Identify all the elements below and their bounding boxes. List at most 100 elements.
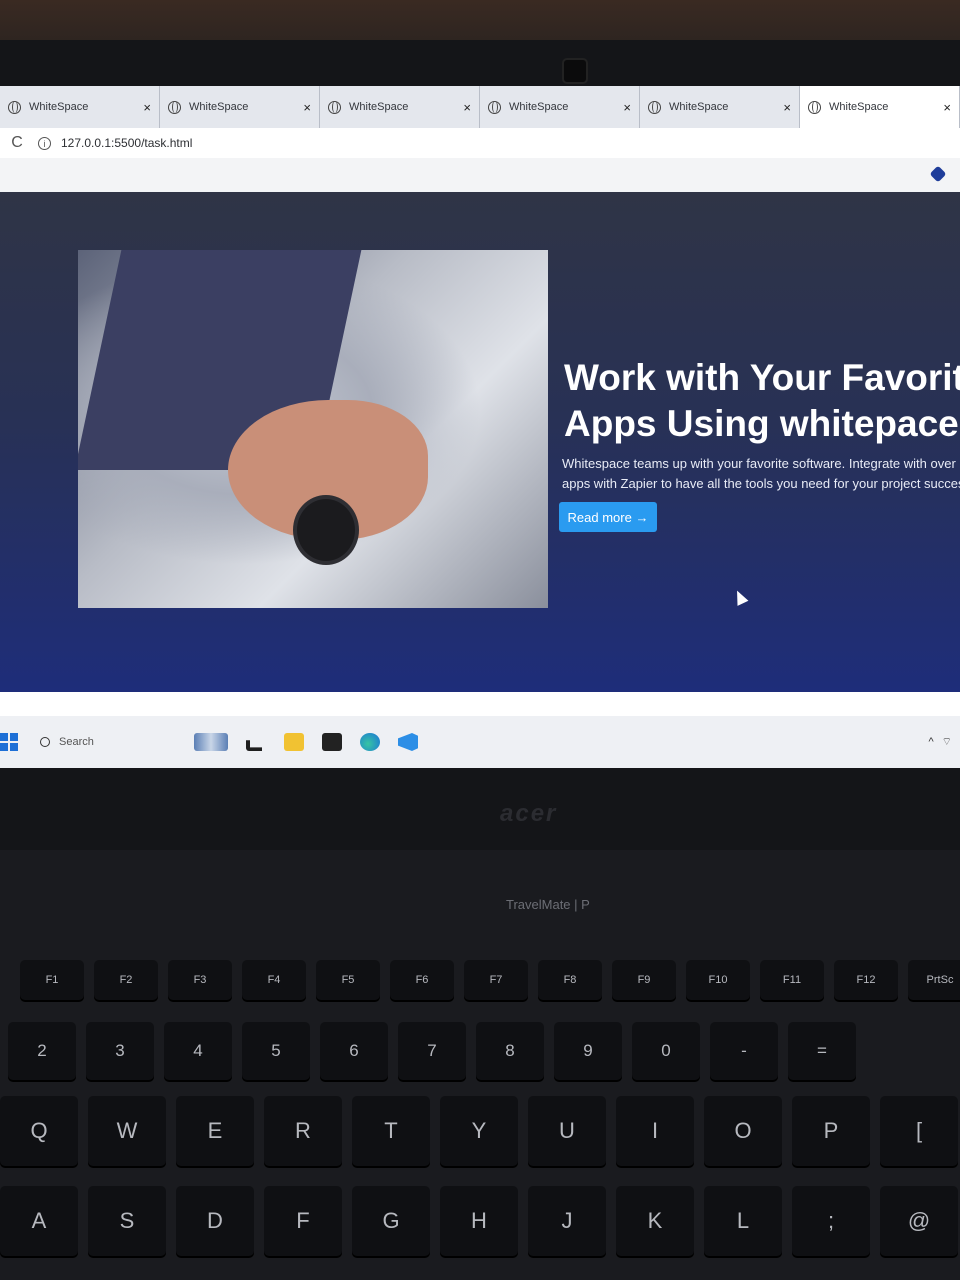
key-h[interactable]: H (440, 1186, 518, 1256)
key-f11[interactable]: F11 (760, 960, 824, 1000)
laptop-brand-logo: acer (500, 800, 558, 827)
close-tab-icon[interactable]: × (303, 100, 311, 115)
key-t[interactable]: T (352, 1096, 430, 1166)
key-a[interactable]: A (0, 1186, 78, 1256)
key-bracket[interactable]: [ (880, 1096, 958, 1166)
key-6[interactable]: 6 (320, 1022, 388, 1080)
url-field[interactable]: 127.0.0.1:5500/task.html (61, 136, 960, 150)
key-f9[interactable]: F9 (612, 960, 676, 1000)
webcam-icon (562, 58, 588, 84)
search-label: Search (59, 736, 94, 748)
key-f8[interactable]: F8 (538, 960, 602, 1000)
key-i[interactable]: I (616, 1096, 694, 1166)
tab-title: WhiteSpace (29, 101, 89, 113)
close-tab-icon[interactable]: × (143, 100, 151, 115)
globe-icon (808, 100, 821, 114)
key-f2[interactable]: F2 (94, 960, 158, 1000)
key-o[interactable]: O (704, 1096, 782, 1166)
edge-icon[interactable] (360, 733, 380, 751)
browser-tab[interactable]: WhiteSpace × (160, 86, 320, 128)
file-explorer-icon[interactable] (284, 733, 304, 751)
taskbar-search[interactable]: Search (40, 736, 170, 748)
chevron-up-icon[interactable]: ^ (928, 736, 933, 748)
browser-tab-active[interactable]: WhiteSpace × (800, 86, 960, 128)
laptop-screen: WhiteSpace × WhiteSpace × WhiteSpace × W… (0, 86, 960, 768)
key-prtsc[interactable]: PrtSc (908, 960, 960, 1000)
key-3[interactable]: 3 (86, 1022, 154, 1080)
key-f3[interactable]: F3 (168, 960, 232, 1000)
close-tab-icon[interactable]: × (783, 100, 791, 115)
browser-tab-strip: WhiteSpace × WhiteSpace × WhiteSpace × W… (0, 86, 960, 128)
key-f[interactable]: F (264, 1186, 342, 1256)
reload-icon[interactable]: C (0, 134, 34, 152)
browser-tab[interactable]: WhiteSpace × (640, 86, 800, 128)
close-tab-icon[interactable]: × (943, 100, 951, 115)
tab-title: WhiteSpace (189, 101, 249, 113)
watch-photo-shape (293, 495, 359, 565)
laptop-model-label: TravelMate | P (506, 897, 590, 912)
key-k[interactable]: K (616, 1186, 694, 1256)
key-y[interactable]: Y (440, 1096, 518, 1166)
function-key-row: F1 F2 F3 F4 F5 F6 F7 F8 F9 F10 F11 F12 P… (20, 960, 960, 1000)
key-semicolon[interactable]: ; (792, 1186, 870, 1256)
extensions-bar (0, 158, 960, 192)
key-7[interactable]: 7 (398, 1022, 466, 1080)
globe-icon (8, 100, 21, 114)
key-minus[interactable]: - (710, 1022, 778, 1080)
system-tray: ^ ⌔ (928, 735, 952, 749)
key-u[interactable]: U (528, 1096, 606, 1166)
hero-description: Whitespace teams up with your favorite s… (562, 456, 960, 491)
terminal-icon[interactable] (322, 733, 342, 751)
browser-tab[interactable]: WhiteSpace × (480, 86, 640, 128)
key-e[interactable]: E (176, 1096, 254, 1166)
tab-title: WhiteSpace (509, 101, 569, 113)
key-9[interactable]: 9 (554, 1022, 622, 1080)
hero-image (78, 250, 548, 608)
key-8[interactable]: 8 (476, 1022, 544, 1080)
key-4[interactable]: 4 (164, 1022, 232, 1080)
key-j[interactable]: J (528, 1186, 606, 1256)
read-more-button[interactable]: Read more → (559, 502, 657, 532)
extension-icon[interactable] (929, 165, 947, 183)
pinned-apps (194, 733, 418, 751)
key-f10[interactable]: F10 (686, 960, 750, 1000)
key-f4[interactable]: F4 (242, 960, 306, 1000)
windows-start-icon[interactable] (0, 733, 18, 751)
key-5[interactable]: 5 (242, 1022, 310, 1080)
close-tab-icon[interactable]: × (623, 100, 631, 115)
globe-icon (648, 100, 661, 114)
tab-title: WhiteSpace (349, 101, 409, 113)
key-f1[interactable]: F1 (20, 960, 84, 1000)
globe-icon (168, 100, 181, 114)
widgets-icon[interactable] (194, 733, 228, 751)
key-p[interactable]: P (792, 1096, 870, 1166)
key-f5[interactable]: F5 (316, 960, 380, 1000)
globe-icon (488, 100, 501, 114)
key-0[interactable]: 0 (632, 1022, 700, 1080)
key-equals[interactable]: = (788, 1022, 856, 1080)
key-at[interactable]: @ (880, 1186, 958, 1256)
task-view-icon[interactable] (246, 740, 262, 751)
vscode-icon[interactable] (398, 733, 418, 751)
tab-title: WhiteSpace (669, 101, 729, 113)
wifi-icon[interactable]: ⌔ (942, 735, 952, 749)
key-w[interactable]: W (88, 1096, 166, 1166)
key-s[interactable]: S (88, 1186, 166, 1256)
site-info-icon[interactable]: i (38, 136, 51, 150)
key-f6[interactable]: F6 (390, 960, 454, 1000)
browser-tab[interactable]: WhiteSpace × (0, 86, 160, 128)
close-tab-icon[interactable]: × (463, 100, 471, 115)
key-f12[interactable]: F12 (834, 960, 898, 1000)
hero-title: Work with Your Favorit Apps Using whitep… (564, 357, 960, 444)
browser-tab[interactable]: WhiteSpace × (320, 86, 480, 128)
key-r[interactable]: R (264, 1096, 342, 1166)
key-g[interactable]: G (352, 1186, 430, 1256)
key-2[interactable]: 2 (8, 1022, 76, 1080)
taskbar: Search ^ ⌔ (0, 716, 960, 768)
search-icon (40, 737, 50, 747)
key-d[interactable]: D (176, 1186, 254, 1256)
key-f7[interactable]: F7 (464, 960, 528, 1000)
key-l[interactable]: L (704, 1186, 782, 1256)
key-q[interactable]: Q (0, 1096, 78, 1166)
mouse-cursor-icon (731, 588, 749, 606)
